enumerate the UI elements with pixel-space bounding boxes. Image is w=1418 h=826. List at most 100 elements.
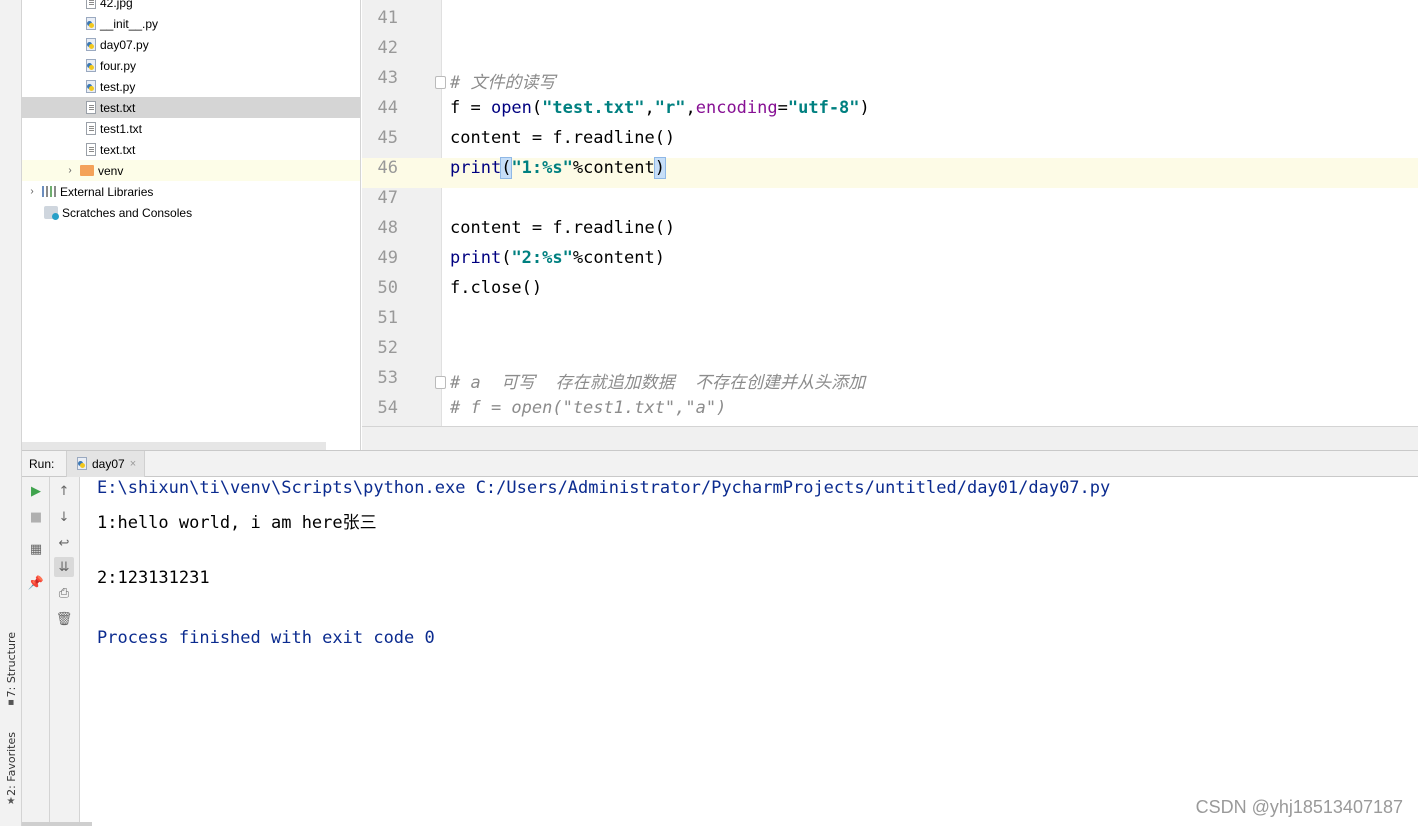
code-text: print("2:%s"%content) (450, 248, 665, 268)
watermark: CSDN @yhj18513407187 (1195, 797, 1403, 817)
code-line[interactable]: 41 (362, 8, 1418, 38)
code-text: # 文件的读写 (450, 73, 556, 93)
tree-item-label: day07.py (100, 37, 149, 52)
code-line[interactable]: 46 print("1:%s"%content) (362, 157, 1418, 188)
tree-item-label: Scratches and Consoles (62, 205, 193, 220)
code-text: content = f.readline() (450, 128, 676, 148)
txt-file-icon (86, 0, 96, 9)
structure-tab-label: 7: Structure (4, 632, 18, 698)
stop-icon[interactable]: ■ (26, 507, 46, 527)
print-icon[interactable]: ⎙ (54, 583, 74, 603)
code-line[interactable]: 47 (362, 188, 1418, 218)
txt-file-icon (86, 143, 96, 156)
tree-item[interactable]: test.txt (22, 97, 360, 118)
code-text: # a 可写 存在就追加数据 不存在创建并从头添加 (450, 373, 866, 393)
tree-item[interactable]: day07.py (22, 34, 360, 55)
code-line[interactable]: 43 # 文件的读写 (362, 68, 1418, 98)
run-console[interactable]: CSDN @yhj18513407187 E:\shixun\ti\venv\S… (80, 477, 1418, 826)
txt-file-icon (86, 101, 96, 114)
run-tool-header: Run: day07 × (22, 450, 1418, 477)
line-number: 54 (377, 398, 398, 418)
scroll-down-icon[interactable]: ↓ (54, 507, 74, 527)
code-line[interactable]: 45 content = f.readline() (362, 128, 1418, 158)
code-text: f = open("test.txt","r",encoding="utf-8"… (450, 98, 870, 118)
project-horizontal-scrollbar[interactable] (22, 442, 326, 450)
code-line[interactable]: 50 f.close() (362, 278, 1418, 308)
tree-item[interactable]: text.txt (22, 139, 360, 160)
tree-item-label: venv (98, 163, 124, 178)
run-toolbar-primary: ▶ ■ ▦ 📌 (22, 477, 50, 826)
trash-icon[interactable]: 🗑 (54, 609, 74, 629)
code-text: print("1:%s"%content) (450, 157, 667, 179)
code-line[interactable]: 42 (362, 38, 1418, 68)
code-line[interactable]: 51 (362, 308, 1418, 338)
star-icon: ★ (6, 795, 16, 807)
fold-marker-icon[interactable] (435, 76, 446, 89)
soft-wrap-icon[interactable]: ↩ (54, 533, 74, 553)
tree-item[interactable]: › External Libraries (22, 181, 360, 202)
layout-icon[interactable]: ▦ (26, 539, 46, 559)
folder-file-icon (80, 165, 94, 176)
tree-item[interactable]: test.py (22, 76, 360, 97)
fold-marker-icon[interactable] (435, 376, 446, 389)
console-line: 1:hello world, i am here张三 (97, 513, 377, 533)
run-label: Run: (29, 456, 55, 471)
py-file-icon (86, 17, 96, 30)
py-file-icon (86, 38, 96, 51)
code-line[interactable]: 49 print("2:%s"%content) (362, 248, 1418, 278)
expand-arrow-icon[interactable]: › (26, 186, 38, 197)
close-icon[interactable]: × (130, 458, 136, 470)
scroll-up-icon[interactable]: ↑ (54, 481, 74, 501)
line-number: 50 (377, 278, 398, 298)
code-line[interactable]: 44 f = open("test.txt","r",encoding="utf-… (362, 98, 1418, 128)
run-tab-label: day07 (92, 456, 125, 471)
favorites-tab-label: 2: Favorites (4, 732, 18, 796)
tree-item[interactable]: 42.jpg (22, 0, 360, 13)
tree-item-label: text.txt (100, 142, 136, 157)
line-number: 51 (377, 308, 398, 328)
console-line: 2:123131231 (97, 568, 210, 588)
code-line[interactable]: 52 (362, 338, 1418, 368)
structure-icon: ▪ (7, 697, 15, 709)
run-tab-day07[interactable]: day07 × (66, 450, 146, 477)
code-editor[interactable]: 41 42 43 # 文件的读写 44 f = open("test.txt","r",e… (362, 0, 1418, 426)
code-line[interactable]: 48 content = f.readline() (362, 218, 1418, 248)
line-number: 42 (377, 38, 398, 58)
tree-item-label: four.py (100, 58, 137, 73)
tree-item-label: test.py (100, 79, 136, 94)
py-file-icon (86, 59, 96, 72)
tree-item[interactable]: four.py (22, 55, 360, 76)
line-number: 44 (377, 98, 398, 118)
code-line[interactable]: 53 # a 可写 存在就追加数据 不存在创建并从头添加 (362, 368, 1418, 398)
scratch-file-icon (44, 206, 59, 220)
run-toolbar-secondary: ↑ ↓ ↩ ⇊ ⎙ 🗑 (50, 477, 80, 826)
py-file-icon (86, 80, 96, 93)
editor-status-strip (362, 426, 1418, 450)
left-tool-strip: 7: Structure ▪ 2: Favorites ★ (0, 0, 22, 826)
console-line: E:\shixun\ti\venv\Scripts\python.exe C:/… (97, 478, 1111, 498)
libs-file-icon (42, 186, 56, 197)
structure-tab[interactable]: 7: Structure ▪ (2, 632, 20, 709)
tree-item-label: External Libraries (60, 184, 154, 199)
tree-item-label: 42.jpg (100, 0, 133, 10)
favorites-tab[interactable]: 2: Favorites ★ (2, 732, 20, 808)
tree-item[interactable]: › venv (22, 160, 360, 181)
rerun-play-icon[interactable]: ▶ (26, 481, 46, 501)
scroll-to-end-icon[interactable]: ⇊ (54, 557, 74, 577)
bottom-scrollbar[interactable] (22, 822, 92, 826)
code-line[interactable]: 54 # f = open("test1.txt","a") (362, 398, 1418, 426)
line-number: 53 (377, 368, 398, 388)
expand-arrow-icon[interactable]: › (64, 165, 76, 176)
tree-item-label: test1.txt (100, 121, 143, 136)
tree-item[interactable]: __init__.py (22, 13, 360, 34)
line-number: 46 (377, 158, 398, 178)
line-number: 48 (377, 218, 398, 238)
pin-icon[interactable]: 📌 (26, 573, 46, 593)
code-text: # f = open("test1.txt","a") (450, 398, 727, 418)
tree-item[interactable]: Scratches and Consoles (22, 202, 360, 223)
tree-item-label: __init__.py (100, 16, 159, 31)
line-number: 52 (377, 338, 398, 358)
line-number: 43 (377, 68, 398, 88)
tree-item[interactable]: test1.txt (22, 118, 360, 139)
console-line: Process finished with exit code 0 (97, 628, 435, 648)
